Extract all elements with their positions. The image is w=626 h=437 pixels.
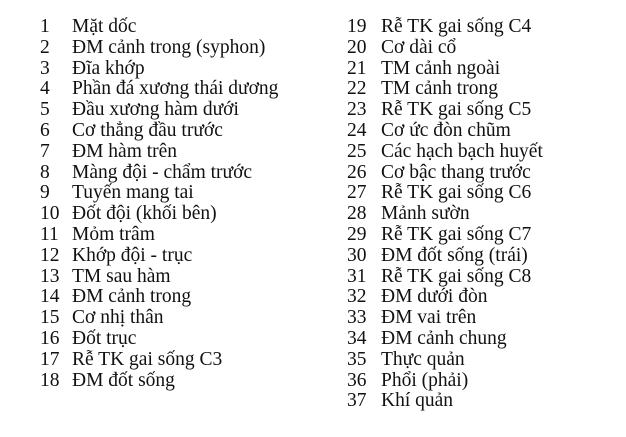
item-number: 8 [40,161,50,183]
item-label: Rễ TK gai sống C6 [381,182,532,204]
item-number: 36 [347,369,367,391]
item-label: Phần đá xương thái dương [72,78,279,100]
item-label: Thực quản [381,348,465,370]
item-number: 11 [40,223,59,245]
item-label: Khí quản [381,390,454,412]
item-label: Màng đội - chẩm trước [72,161,253,183]
item-number: 6 [40,119,50,141]
item-number: 33 [347,307,367,329]
item-label: Đĩa khớp [72,57,145,79]
item-number: 18 [40,369,60,391]
item-number: 29 [347,223,367,245]
item-number: 17 [40,348,60,370]
item-number: 32 [347,286,367,308]
item-number: 3 [40,57,50,79]
item-label: Tuyến mang tai [72,182,194,204]
item-label: Các hạch bạch huyết [381,140,543,162]
item-label: Rễ TK gai sống C4 [381,16,532,37]
item-label: ĐM cảnh chung [381,327,507,349]
item-label: ĐM đốt sống (trái) [381,244,528,266]
item-number: 12 [40,244,60,266]
item-label: ĐM cảnh trong [72,286,192,308]
item-label: Rễ TK gai sống C8 [381,265,532,287]
item-number: 21 [347,57,367,79]
item-number: 14 [40,286,60,308]
item-number: 28 [347,203,367,225]
item-number: 24 [347,119,367,141]
item-label: Rễ TK gai sống C5 [381,99,532,121]
item-label: ĐM dưới đòn [381,286,488,308]
item-label: Cơ thẳng đầu trước [72,119,223,141]
item-number: 37 [347,390,367,412]
item-number: 25 [347,140,367,162]
item-label: Mặt dốc [72,16,137,37]
item-label: Phổi (phải) [381,369,469,391]
item-number: 20 [347,36,367,58]
item-label: Cơ dài cổ [381,36,457,58]
item-number: 15 [40,307,60,329]
item-number: 7 [40,140,50,162]
item-number: 13 [40,265,60,287]
item-label: Mảnh sườn [381,203,470,225]
item-label: TM cảnh ngoài [381,57,501,79]
item-label: Đốt đội (khối bên) [72,203,217,225]
item-label: Rễ TK gai sống C3 [72,348,223,370]
item-label: ĐM cảnh trong (syphon) [72,36,266,58]
item-number: 4 [40,78,50,100]
item-label: Cơ nhị thân [72,307,164,329]
item-number: 30 [347,244,367,266]
item-number: 26 [347,161,367,183]
item-number: 5 [40,99,50,121]
item-label: TM cảnh trong [381,78,498,100]
item-number: 10 [40,203,60,225]
item-number: 31 [347,265,367,287]
item-label: ĐM đốt sống [72,369,175,391]
item-number: 23 [347,99,367,121]
item-number: 34 [347,327,367,349]
item-number: 2 [40,36,50,58]
item-number: 16 [40,327,60,349]
item-number: 9 [40,182,50,204]
item-label: ĐM hàm trên [72,140,178,162]
item-label: Rễ TK gai sống C7 [381,223,532,245]
item-number: 22 [347,78,367,100]
item-label: Cơ ức đòn chũm [381,119,511,141]
item-number: 1 [40,16,50,37]
item-label: Đốt trục [72,327,137,349]
item-label: TM sau hàm [72,265,171,287]
item-number: 35 [347,348,367,370]
item-label: Mỏm trâm [72,223,155,245]
item-number: 19 [347,16,367,37]
item-label: Khớp đội - trục [72,244,193,266]
item-label: Đầu xương hàm dưới [72,99,239,121]
item-label: ĐM vai trên [381,307,477,329]
item-label: Cơ bậc thang trước [381,161,531,183]
item-number: 27 [347,182,367,204]
